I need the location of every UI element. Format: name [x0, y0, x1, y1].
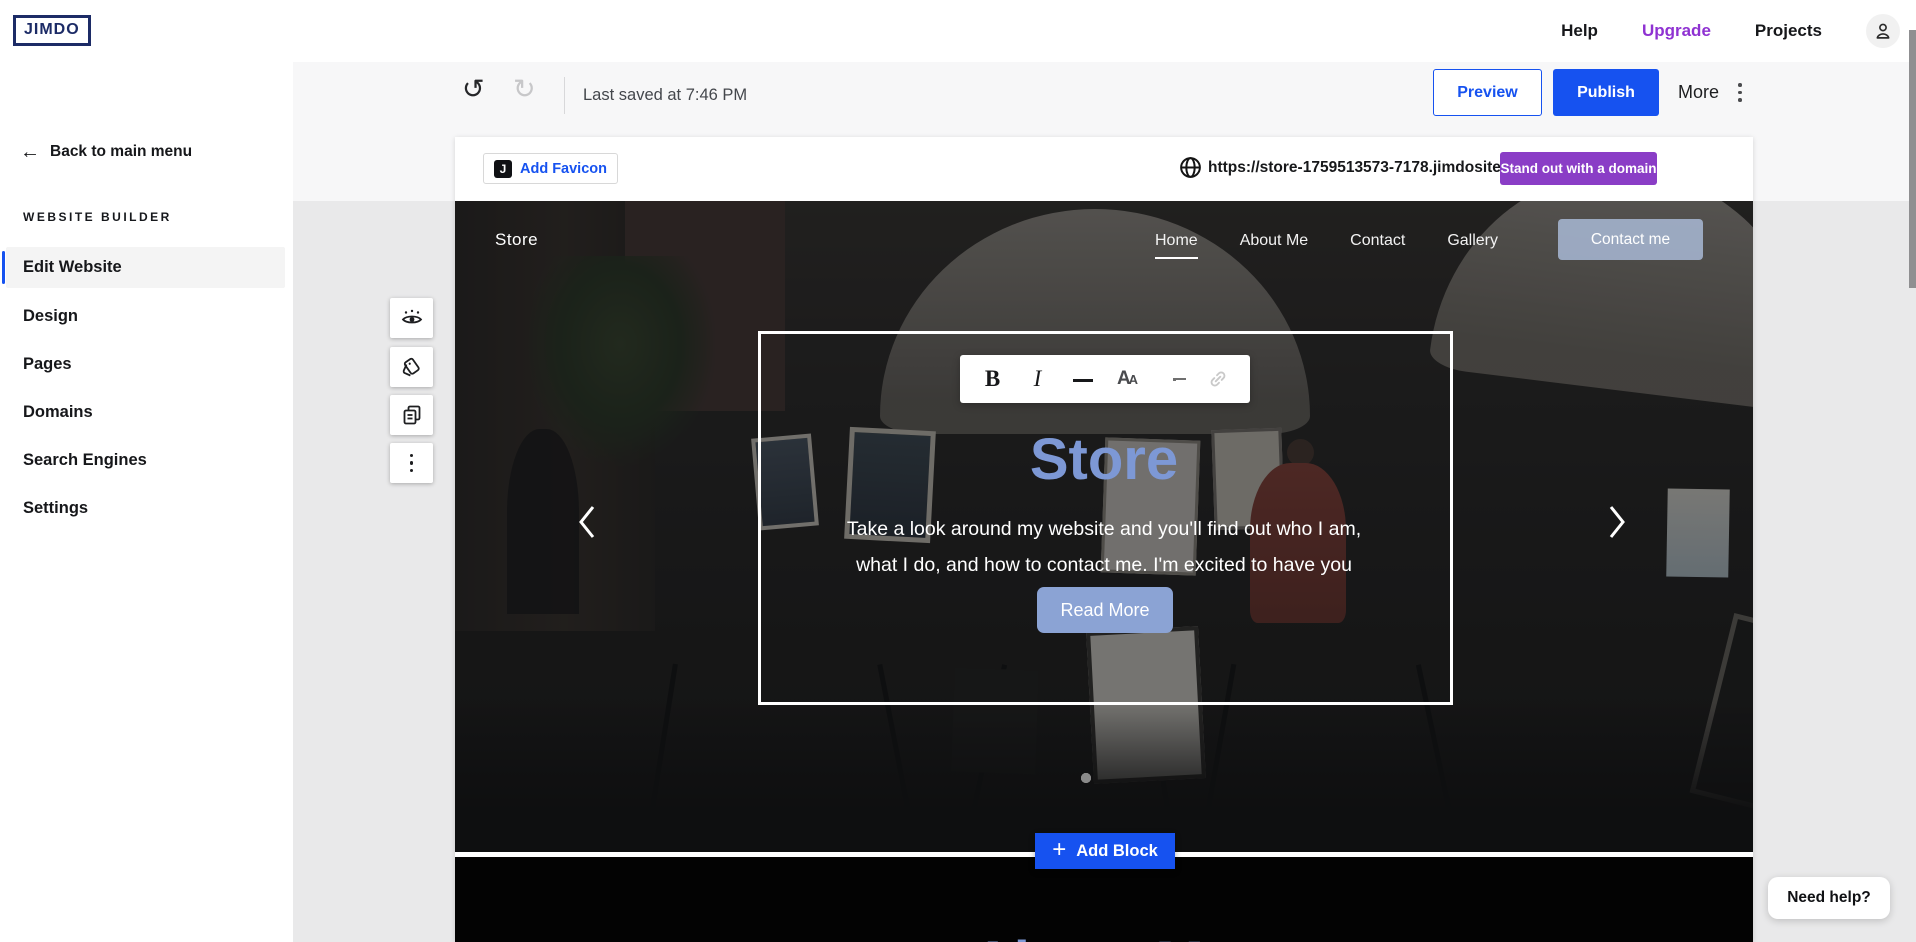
site-nav-home[interactable]: Home	[1155, 232, 1198, 250]
back-to-main-menu[interactable]: ← Back to main menu	[20, 142, 192, 162]
about-me-section[interactable]: About Me	[455, 857, 1753, 942]
list-icon[interactable]	[1155, 361, 1191, 397]
carousel-dot-3[interactable]	[1081, 773, 1091, 783]
duplicate-icon	[400, 403, 424, 427]
site-nav: Home About Me Contact Gallery	[1155, 232, 1498, 250]
eye-icon	[400, 306, 424, 330]
app-header: JIMDO Help Upgrade Projects	[0, 0, 1916, 62]
sidebar: ← Back to main menu WEBSITE BUILDER Edit…	[0, 62, 293, 942]
site-url[interactable]: https://store-1759513573-7178.jimdosite.…	[1208, 159, 1537, 177]
header-nav: Help Upgrade Projects	[1561, 0, 1900, 62]
page-scrollbar[interactable]	[1909, 30, 1916, 288]
sidebar-item-domains[interactable]: Domains	[6, 392, 285, 433]
favicon-placeholder-icon: J	[494, 160, 512, 178]
active-item-indicator	[2, 251, 5, 284]
site-settings-bar: J Add Favicon https://store-1759513573-7…	[455, 137, 1753, 201]
jimdo-website-builder: JIMDO Help Upgrade Projects ← Back to ma…	[0, 0, 1916, 942]
hide-block-button[interactable]	[390, 298, 433, 338]
font-style-icon[interactable]: AA	[1110, 361, 1146, 397]
back-label: Back to main menu	[50, 143, 192, 161]
preview-button[interactable]: Preview	[1433, 69, 1542, 116]
more-button[interactable]: More	[1678, 82, 1719, 103]
site-logo[interactable]: Store	[495, 230, 538, 250]
plus-icon: +	[1052, 838, 1066, 862]
hero-section[interactable]: Store Home About Me Contact Gallery Cont…	[455, 201, 1753, 852]
about-me-title: About Me	[455, 929, 1753, 942]
back-arrow-icon: ←	[20, 142, 40, 162]
link-icon[interactable]	[1200, 361, 1236, 397]
globe-icon	[1178, 155, 1203, 185]
text-format-toolbar: B I AA	[960, 355, 1250, 403]
undo-icon[interactable]: ↺	[462, 74, 485, 105]
user-icon	[1872, 20, 1894, 42]
domain-upsell-button[interactable]: Stand out with a domain	[1500, 152, 1657, 185]
add-favicon-label: Add Favicon	[520, 161, 607, 177]
duplicate-block-button[interactable]	[390, 395, 433, 435]
add-favicon-button[interactable]: J Add Favicon	[483, 153, 618, 184]
sidebar-item-pages[interactable]: Pages	[6, 344, 285, 385]
italic-icon[interactable]: I	[1020, 361, 1056, 397]
projects-link[interactable]: Projects	[1755, 21, 1822, 41]
bold-icon[interactable]: B	[975, 361, 1011, 397]
add-block-label: Add Block	[1076, 842, 1158, 861]
toolbar-divider	[564, 77, 565, 114]
hero-title[interactable]: Store	[455, 426, 1753, 493]
sidebar-item-design[interactable]: Design	[6, 296, 285, 337]
redo-icon[interactable]: ↻	[513, 74, 536, 105]
last-saved-status: Last saved at 7:46 PM	[583, 86, 747, 105]
style-tags-icon	[400, 355, 424, 379]
sidebar-section-title: WEBSITE BUILDER	[23, 210, 172, 224]
block-more-button[interactable]	[390, 443, 433, 483]
add-block-button[interactable]: + Add Block	[1035, 833, 1175, 869]
read-more-button[interactable]: Read More	[1037, 587, 1173, 633]
contact-me-button[interactable]: Contact me	[1558, 219, 1703, 260]
more-kebab-icon[interactable]	[1738, 83, 1742, 102]
block-kebab-icon	[410, 454, 414, 473]
site-nav-contact[interactable]: Contact	[1350, 232, 1405, 250]
need-help-button[interactable]: Need help?	[1768, 877, 1890, 919]
account-avatar[interactable]	[1866, 14, 1900, 48]
sidebar-item-search-engines[interactable]: Search Engines	[6, 440, 285, 481]
sidebar-item-settings[interactable]: Settings	[6, 488, 285, 529]
site-nav-gallery[interactable]: Gallery	[1447, 232, 1498, 250]
upgrade-link[interactable]: Upgrade	[1642, 21, 1711, 41]
jimdo-logo[interactable]: JIMDO	[13, 15, 91, 46]
block-style-button[interactable]	[390, 347, 433, 387]
help-link[interactable]: Help	[1561, 21, 1598, 41]
publish-button[interactable]: Publish	[1553, 69, 1659, 116]
sidebar-item-edit-website[interactable]: Edit Website	[6, 247, 285, 288]
align-center-icon[interactable]	[1065, 361, 1101, 397]
website-preview: J Add Favicon https://store-1759513573-7…	[455, 137, 1753, 942]
site-nav-about-me[interactable]: About Me	[1240, 232, 1308, 250]
